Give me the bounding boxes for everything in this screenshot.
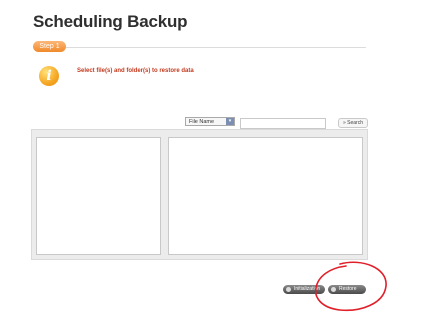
step-divider xyxy=(33,47,366,48)
search-button[interactable]: » Search xyxy=(338,118,368,128)
initialization-button-label: Initialization xyxy=(294,286,321,292)
step-badge: Step 1 xyxy=(33,41,66,52)
chevron-down-icon[interactable]: ▾ xyxy=(226,118,234,125)
info-icon: i xyxy=(39,66,59,86)
search-input[interactable] xyxy=(240,118,326,129)
bullet-icon xyxy=(286,287,291,292)
bullet-icon xyxy=(331,287,336,292)
instruction-text: Select file(s) and folder(s) to restore … xyxy=(77,68,194,74)
folder-tree-pane[interactable] xyxy=(36,137,161,255)
restore-button-label: Restore xyxy=(339,286,357,292)
initialization-button[interactable]: Initialization xyxy=(283,285,325,294)
page-title: Scheduling Backup xyxy=(33,12,188,31)
restore-button[interactable]: Restore xyxy=(328,285,366,294)
file-list-pane[interactable] xyxy=(168,137,363,255)
